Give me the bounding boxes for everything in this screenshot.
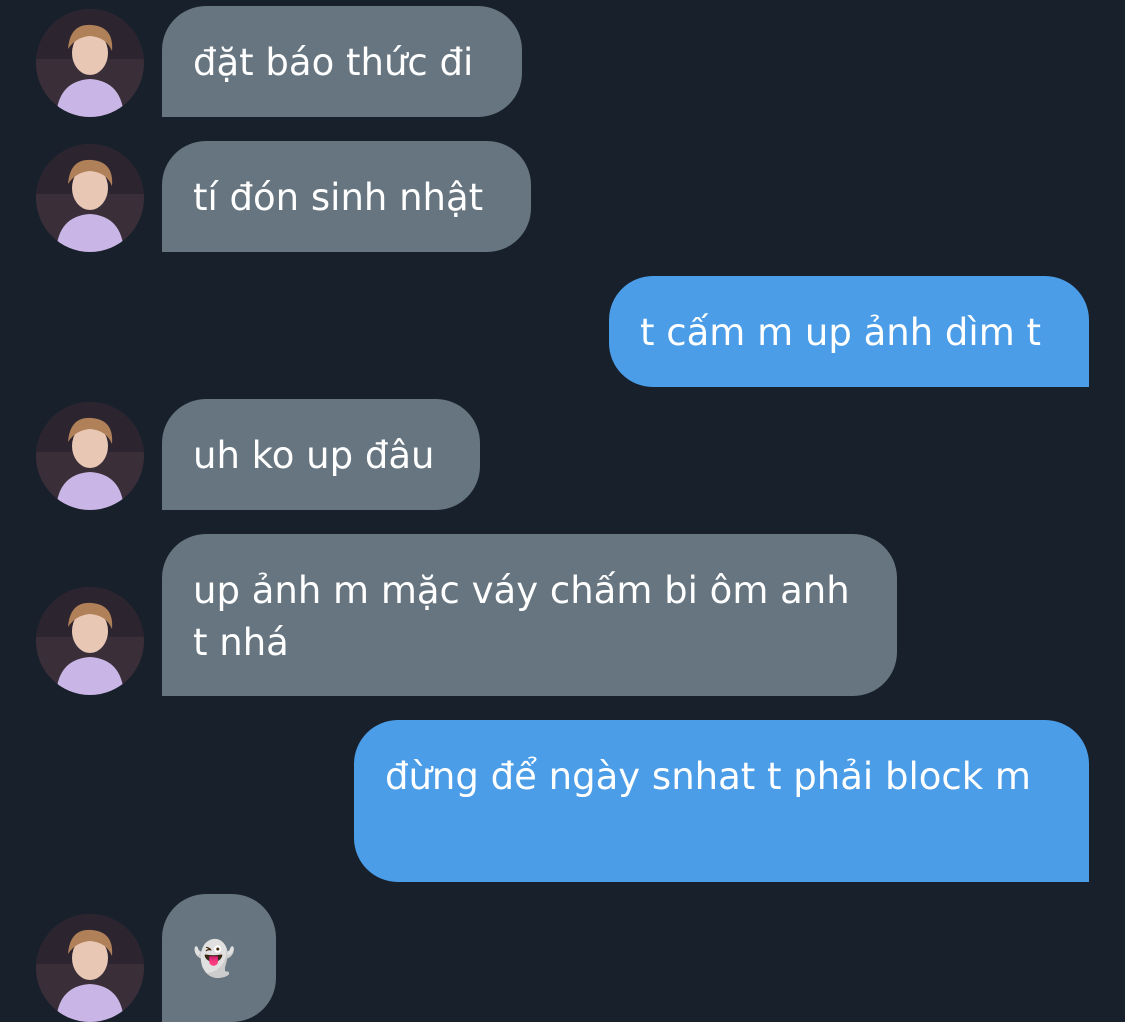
message-text: uh ko up đâu <box>193 434 435 477</box>
ghost-emoji-icon: 👻 <box>193 939 236 979</box>
message-thread: đặt báo thức đi tí đón sinh nhật t cấm m… <box>0 0 1125 1022</box>
message-bubble-incoming[interactable]: 👻 <box>162 894 276 1022</box>
sender-avatar[interactable] <box>36 402 144 510</box>
message-bubble-incoming[interactable]: tí đón sinh nhật <box>162 141 531 252</box>
message-bubble-incoming[interactable]: up ảnh m mặc váy chấm bi ôm anh t nhá <box>162 534 897 696</box>
message-text: tí đón sinh nhật <box>193 176 484 219</box>
message-bubble-outgoing[interactable]: đừng để ngày snhat t phải block m <box>354 720 1089 882</box>
message-bubble-incoming[interactable]: đặt báo thức đi <box>162 6 522 117</box>
message-text: đặt báo thức đi <box>193 41 474 84</box>
message-text: up ảnh m mặc váy chấm bi ôm anh t nhá <box>193 569 850 664</box>
message-bubble-incoming[interactable]: uh ko up đâu <box>162 399 480 510</box>
sender-avatar[interactable] <box>36 9 144 117</box>
sender-avatar[interactable] <box>36 914 144 1022</box>
sender-avatar[interactable] <box>36 144 144 252</box>
message-text: đừng để ngày snhat t phải block m <box>385 755 1031 798</box>
message-text: t cấm m up ảnh dìm t <box>640 311 1042 354</box>
sender-avatar[interactable] <box>36 587 144 695</box>
message-bubble-outgoing[interactable]: t cấm m up ảnh dìm t <box>609 276 1089 387</box>
